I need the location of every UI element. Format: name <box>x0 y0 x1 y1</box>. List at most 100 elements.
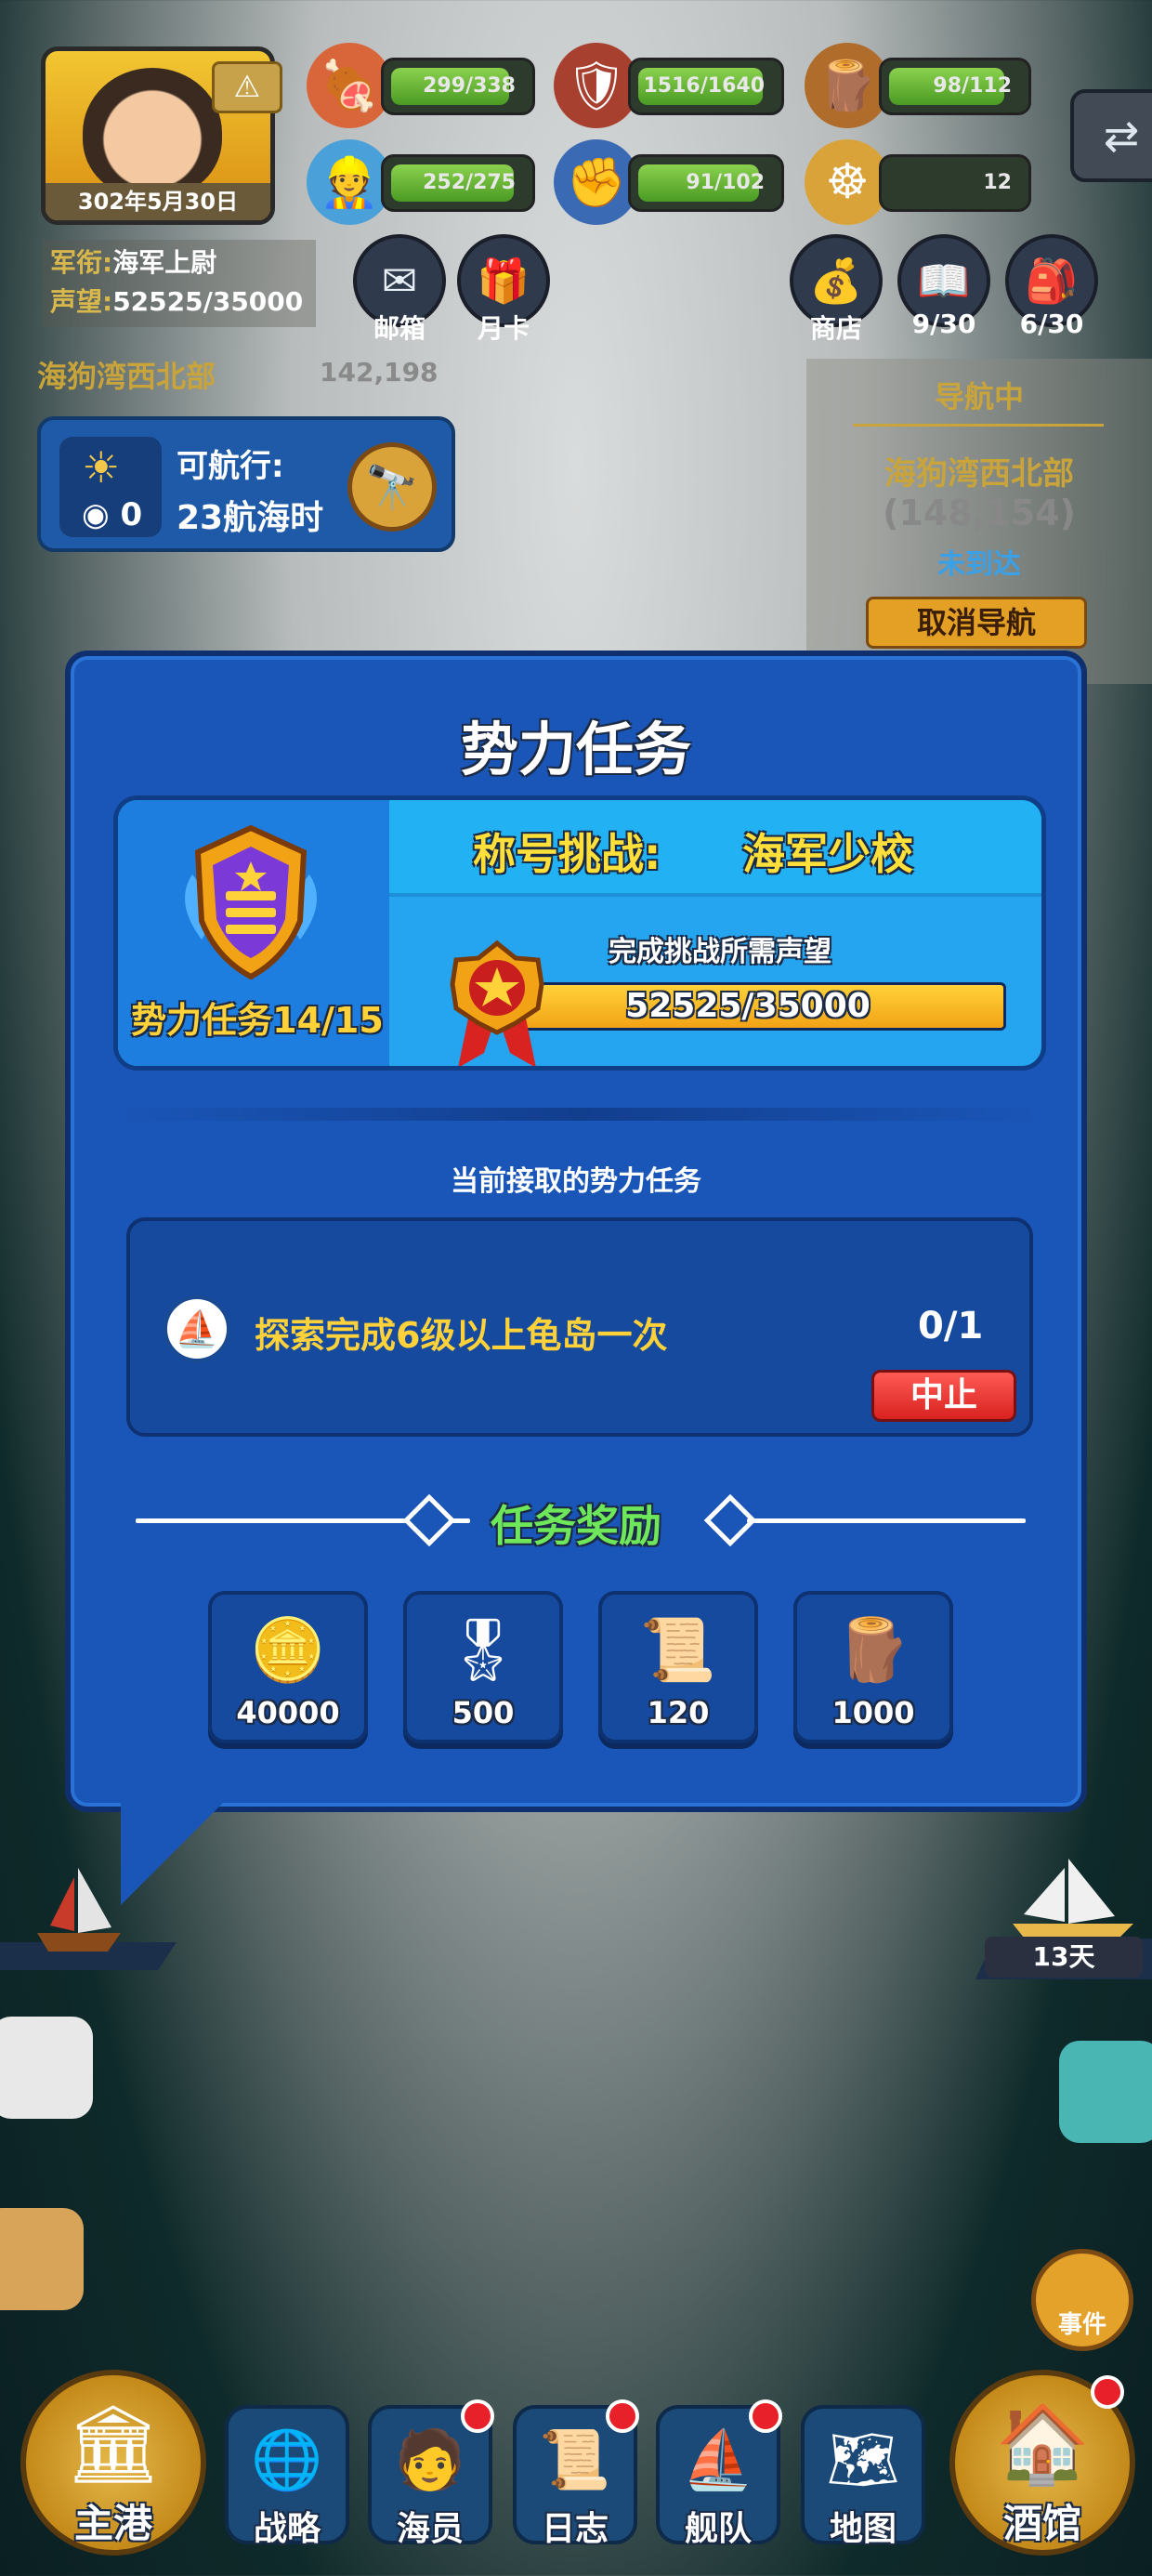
rank-value: 海军上尉 <box>112 247 217 278</box>
dog-critter-icon[interactable] <box>0 2208 84 2310</box>
nav-tavern[interactable]: 🏠 酒馆 <box>949 2370 1135 2556</box>
rank-label: 军衔: <box>50 247 113 278</box>
nav-label: 舰队 <box>684 2510 752 2548</box>
map-icon: 🗺 <box>826 2425 900 2493</box>
notification-dot <box>1091 2375 1124 2409</box>
notification-dot <box>461 2399 494 2433</box>
nav-label: 地图 <box>829 2510 897 2548</box>
ship-icon[interactable] <box>0 1849 177 1970</box>
turtle-island-icon: ⛵ <box>164 1295 230 1362</box>
current-task-box: ⛵ 探索完成6级以上龟岛一次 0/1 中止 <box>126 1217 1033 1437</box>
reward-divider-right <box>747 1518 1026 1523</box>
shop-label: 商店 <box>809 313 862 344</box>
reward-amount: 120 <box>647 1695 710 1730</box>
medal-icon: 🎖 <box>444 1614 522 1686</box>
gold-coin-icon: 🪙 <box>249 1614 327 1686</box>
notification-dot <box>606 2399 639 2433</box>
star-medal-icon <box>450 940 544 1066</box>
faction-task-modal: 势力任务 势力任务14/15 称号挑战: 海军少校 完成挑战所需声望 52525… <box>65 651 1087 1812</box>
reward-item-gold[interactable]: 🪙 40000 <box>208 1591 368 1743</box>
nav-label: 战略 <box>253 2510 321 2548</box>
nav-fleet[interactable]: ⛵ 舰队 <box>656 2399 782 2548</box>
resource-power[interactable]: 91/102 <box>628 154 784 212</box>
location-name: 海狗湾西北部 <box>37 359 216 394</box>
navigation-coords: (148,154) <box>883 493 1076 533</box>
wood-icon: 🪵 <box>834 1614 912 1686</box>
resource-lumber-value: 98/112 <box>933 74 1012 98</box>
resource-power-value: 91/102 <box>686 171 765 194</box>
prestige-value: 52525/35000 <box>112 286 304 317</box>
days-remaining: 13天 <box>985 1937 1143 1978</box>
nav-label: 海员 <box>396 2510 464 2548</box>
task-progress-label: 势力任务14/15 <box>131 1000 384 1041</box>
notification-dot <box>749 2399 782 2433</box>
nav-strategy[interactable]: 🌐 战略 <box>225 2405 349 2548</box>
nav-label: 酒馆 <box>1002 2501 1081 2546</box>
prestige-label: 声望: <box>50 286 113 317</box>
section-divider <box>113 1108 1046 1121</box>
resource-shield[interactable]: 1516/1640 <box>628 58 784 115</box>
navigation-status: 未到达 <box>937 548 1021 581</box>
resource-sailor[interactable]: 252/275 <box>381 154 535 212</box>
sailor-icon: 👷 <box>307 139 392 225</box>
challenge-label: 称号挑战: <box>473 829 661 879</box>
resource-shield-value: 1516/1640 <box>643 74 766 98</box>
warning-icon[interactable]: ⚠ <box>212 61 282 113</box>
sail-hours: 23航海时 <box>177 499 324 537</box>
task-count: 0/1 <box>918 1305 984 1347</box>
cat-critter-icon[interactable] <box>1059 2041 1152 2143</box>
nav-home-port[interactable]: 🏛 主港 <box>20 2370 206 2556</box>
nav-map[interactable]: 🗺 地图 <box>801 2405 925 2548</box>
sail-count: ◉ 0 <box>82 496 143 533</box>
spyglass-icon[interactable]: 🔭 <box>347 442 437 532</box>
navigation-divider <box>853 424 1104 427</box>
nav-log[interactable]: 📜 日志 <box>513 2399 639 2548</box>
challenge-value: 海军少校 <box>742 829 913 879</box>
resource-lumber[interactable]: 98/112 <box>879 58 1031 115</box>
rank-panel: 军衔:海军上尉 声望:52525/35000 <box>43 240 316 327</box>
location-coords: 142,198 <box>320 357 439 388</box>
bag-count: 6/30 <box>1019 309 1084 339</box>
reward-amount: 40000 <box>236 1695 340 1730</box>
lumber-icon: 🪵 <box>805 43 890 128</box>
port-icon: 🏛 <box>64 2400 163 2489</box>
reward-item-scroll[interactable]: 📜 120 <box>598 1591 758 1743</box>
monthly-card-label: 月卡 <box>477 313 530 344</box>
reward-item-medal[interactable]: 🎖 500 <box>403 1591 563 1743</box>
book-count: 9/30 <box>911 309 976 339</box>
prestige-progress-value: 52525/35000 <box>625 987 871 1025</box>
tavern-icon: 🏠 <box>994 2400 1091 2489</box>
cancel-navigation-button[interactable]: 取消导航 <box>866 597 1087 649</box>
sail-count-value: 0 <box>120 496 143 533</box>
resource-helm-value: 12 <box>983 171 1012 194</box>
reward-amount: 1000 <box>831 1695 915 1730</box>
swap-arrows-icon[interactable]: ⇄ <box>1070 89 1152 182</box>
resource-meat[interactable]: 299/338 <box>381 58 535 115</box>
reward-amount: 500 <box>452 1695 515 1730</box>
reward-item-wood[interactable]: 🪵 1000 <box>793 1591 953 1743</box>
challenge-header: 称号挑战: 海军少校 <box>389 800 1041 897</box>
scroll-icon: 📜 <box>639 1614 717 1686</box>
navigation-destination: 海狗湾西北部 <box>884 455 1074 493</box>
title-challenge-card: 势力任务14/15 称号挑战: 海军少校 完成挑战所需声望 52525/3500… <box>113 795 1046 1071</box>
event-button[interactable]: 事件 <box>1031 2249 1133 2351</box>
resource-helm[interactable]: 12 <box>879 154 1031 212</box>
ghost-critter-icon[interactable] <box>0 2017 93 2119</box>
reward-title: 任务奖励 <box>491 1501 661 1551</box>
meat-icon: 🍖 <box>307 43 392 128</box>
nav-label: 日志 <box>541 2510 609 2548</box>
event-label: 事件 <box>1057 2311 1106 2339</box>
nav-crew[interactable]: 🧑 海员 <box>368 2399 494 2548</box>
globe-icon: 🌐 <box>251 2425 323 2493</box>
abort-task-button[interactable]: 中止 <box>871 1370 1016 1422</box>
current-task-label: 当前接取的势力任务 <box>451 1165 701 1198</box>
sail-label: 可航行: <box>177 448 284 485</box>
navigation-title: 导航中 <box>934 379 1024 414</box>
game-date: 302年5月30日 <box>46 183 270 220</box>
task-description: 探索完成6级以上龟岛一次 <box>255 1315 668 1356</box>
sail-status-panel[interactable]: ☀ ◉ 0 可航行: 23航海时 🔭 <box>37 416 455 552</box>
resource-sailor-value: 252/275 <box>423 171 516 194</box>
faction-shield-badge-icon <box>185 824 317 980</box>
nav-label: 主港 <box>73 2501 152 2546</box>
captain-portrait <box>83 68 222 198</box>
